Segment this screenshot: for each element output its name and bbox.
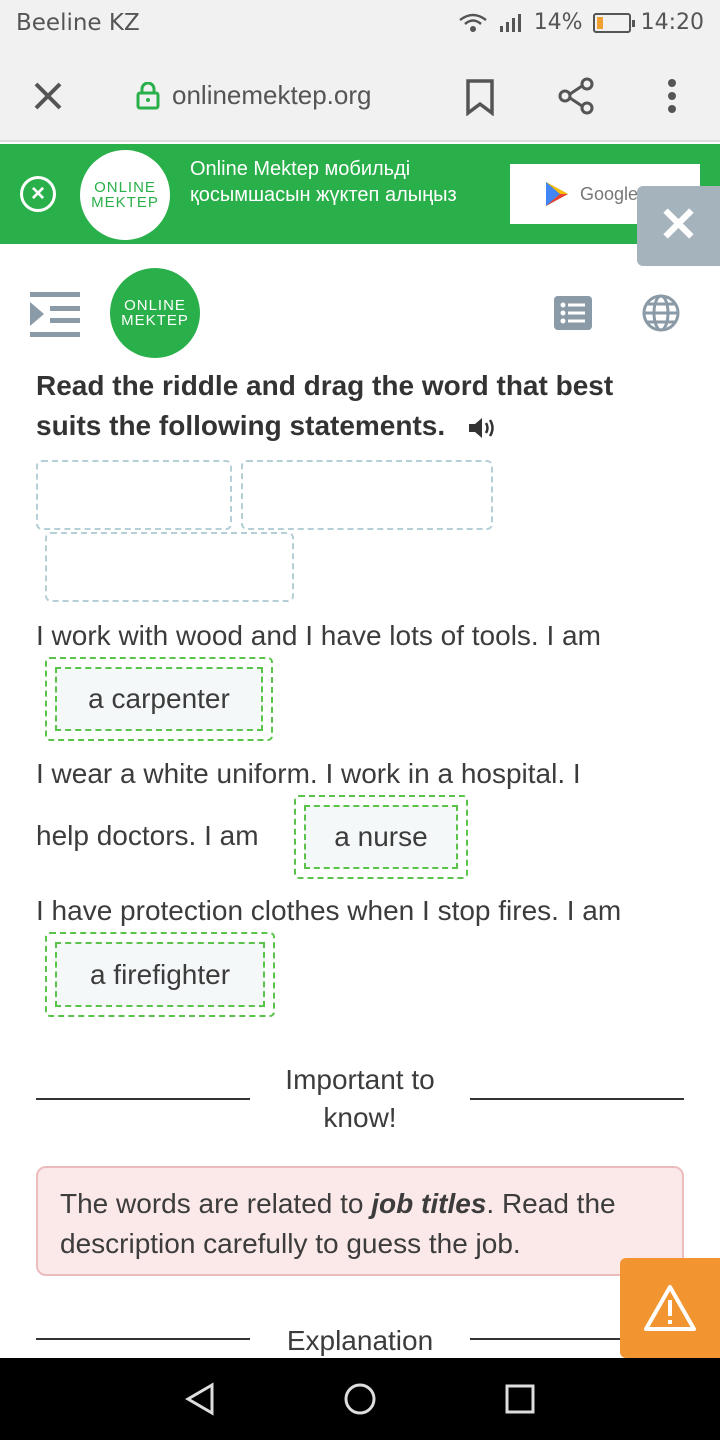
battery-icon	[592, 12, 635, 33]
speaker-icon[interactable]	[467, 416, 497, 440]
battery-percent: 14%	[533, 10, 583, 35]
task-heading-text: Read the riddle and drag the word that b…	[36, 370, 614, 441]
bookmark-icon[interactable]	[464, 78, 496, 116]
globe-icon[interactable]	[642, 294, 680, 332]
answer-chip-3[interactable]: a firefighter	[55, 942, 265, 1007]
clock: 14:20	[640, 10, 704, 35]
logo-text-line1: ONLINE	[94, 179, 156, 196]
notice-text-bold: job titles	[371, 1188, 487, 1219]
status-bar: Beeline KZ 14% 14:20	[0, 0, 720, 50]
banner-message: Online Mektep мобильді қосымшасын жүктеп…	[190, 158, 457, 206]
answer-slot-2[interactable]: a nurse	[294, 795, 468, 879]
close-icon[interactable]	[30, 78, 66, 114]
empty-drop-slot[interactable]	[45, 532, 294, 602]
riddle-sentence-2-line2: help doctors. I am	[36, 820, 259, 851]
recents-icon[interactable]	[505, 1384, 535, 1414]
answer-chip-1[interactable]: a carpenter	[55, 667, 263, 731]
explanation-title: Explanation	[286, 1325, 434, 1356]
system-nav-bar	[0, 1358, 720, 1440]
header-logo-line1: ONLINE	[124, 297, 186, 314]
share-icon[interactable]	[556, 76, 596, 116]
list-icon[interactable]	[554, 296, 592, 330]
home-icon[interactable]	[343, 1382, 377, 1416]
close-banner-icon[interactable]: ×	[20, 176, 56, 212]
online-mektep-logo: ONLINE MEKTEP	[80, 150, 170, 240]
wifi-icon	[458, 13, 487, 32]
riddle-sentence-1: I work with wood and I have lots of tool…	[36, 620, 601, 651]
important-title: Important to know!	[285, 1064, 435, 1133]
divider-line	[36, 1098, 250, 1100]
back-icon[interactable]	[184, 1382, 216, 1416]
google-play-icon	[546, 182, 568, 206]
close-overlay-button[interactable]: ✕	[637, 186, 720, 266]
divider-line	[36, 1338, 250, 1340]
more-vert-icon[interactable]	[660, 78, 684, 114]
answer-slot-3[interactable]: a firefighter	[45, 932, 275, 1017]
header-logo-line2: MEKTEP	[121, 312, 189, 329]
answer-chip-2[interactable]: a nurse	[304, 805, 458, 869]
task-heading: Read the riddle and drag the word that b…	[36, 366, 686, 446]
app-header: ONLINE MEKTEP	[0, 244, 720, 372]
carrier-name: Beeline KZ	[16, 10, 140, 36]
logo-text-line2: MEKTEP	[91, 194, 159, 211]
important-notice: The words are related to job titles. Rea…	[36, 1166, 684, 1276]
lock-icon	[136, 81, 160, 109]
divider-line	[470, 1338, 630, 1340]
riddle-sentence-2-line1: I wear a white uniform. I work in a hosp…	[36, 758, 581, 789]
empty-drop-slot[interactable]	[36, 460, 232, 530]
url-text: onlinemektep.org	[172, 80, 372, 110]
menu-indent-icon[interactable]	[30, 290, 80, 338]
warning-icon	[644, 1285, 696, 1331]
app-download-banner: × ONLINE MEKTEP Online Mektep мобильді қ…	[0, 144, 720, 244]
browser-toolbar: onlinemektep.org	[0, 50, 720, 142]
answer-slot-1[interactable]: a carpenter	[45, 657, 273, 741]
address-bar[interactable]: onlinemektep.org	[136, 80, 371, 111]
notice-text-start: The words are related to	[60, 1188, 372, 1219]
report-problem-button[interactable]	[620, 1258, 720, 1358]
divider-line	[470, 1098, 684, 1100]
header-logo[interactable]: ONLINE MEKTEP	[110, 268, 200, 358]
status-indicators: 14% 14:20	[458, 10, 704, 35]
riddle-sentence-3: I have protection clothes when I stop fi…	[36, 895, 622, 926]
empty-drop-slot[interactable]	[241, 460, 493, 530]
signal-icon	[499, 13, 521, 32]
